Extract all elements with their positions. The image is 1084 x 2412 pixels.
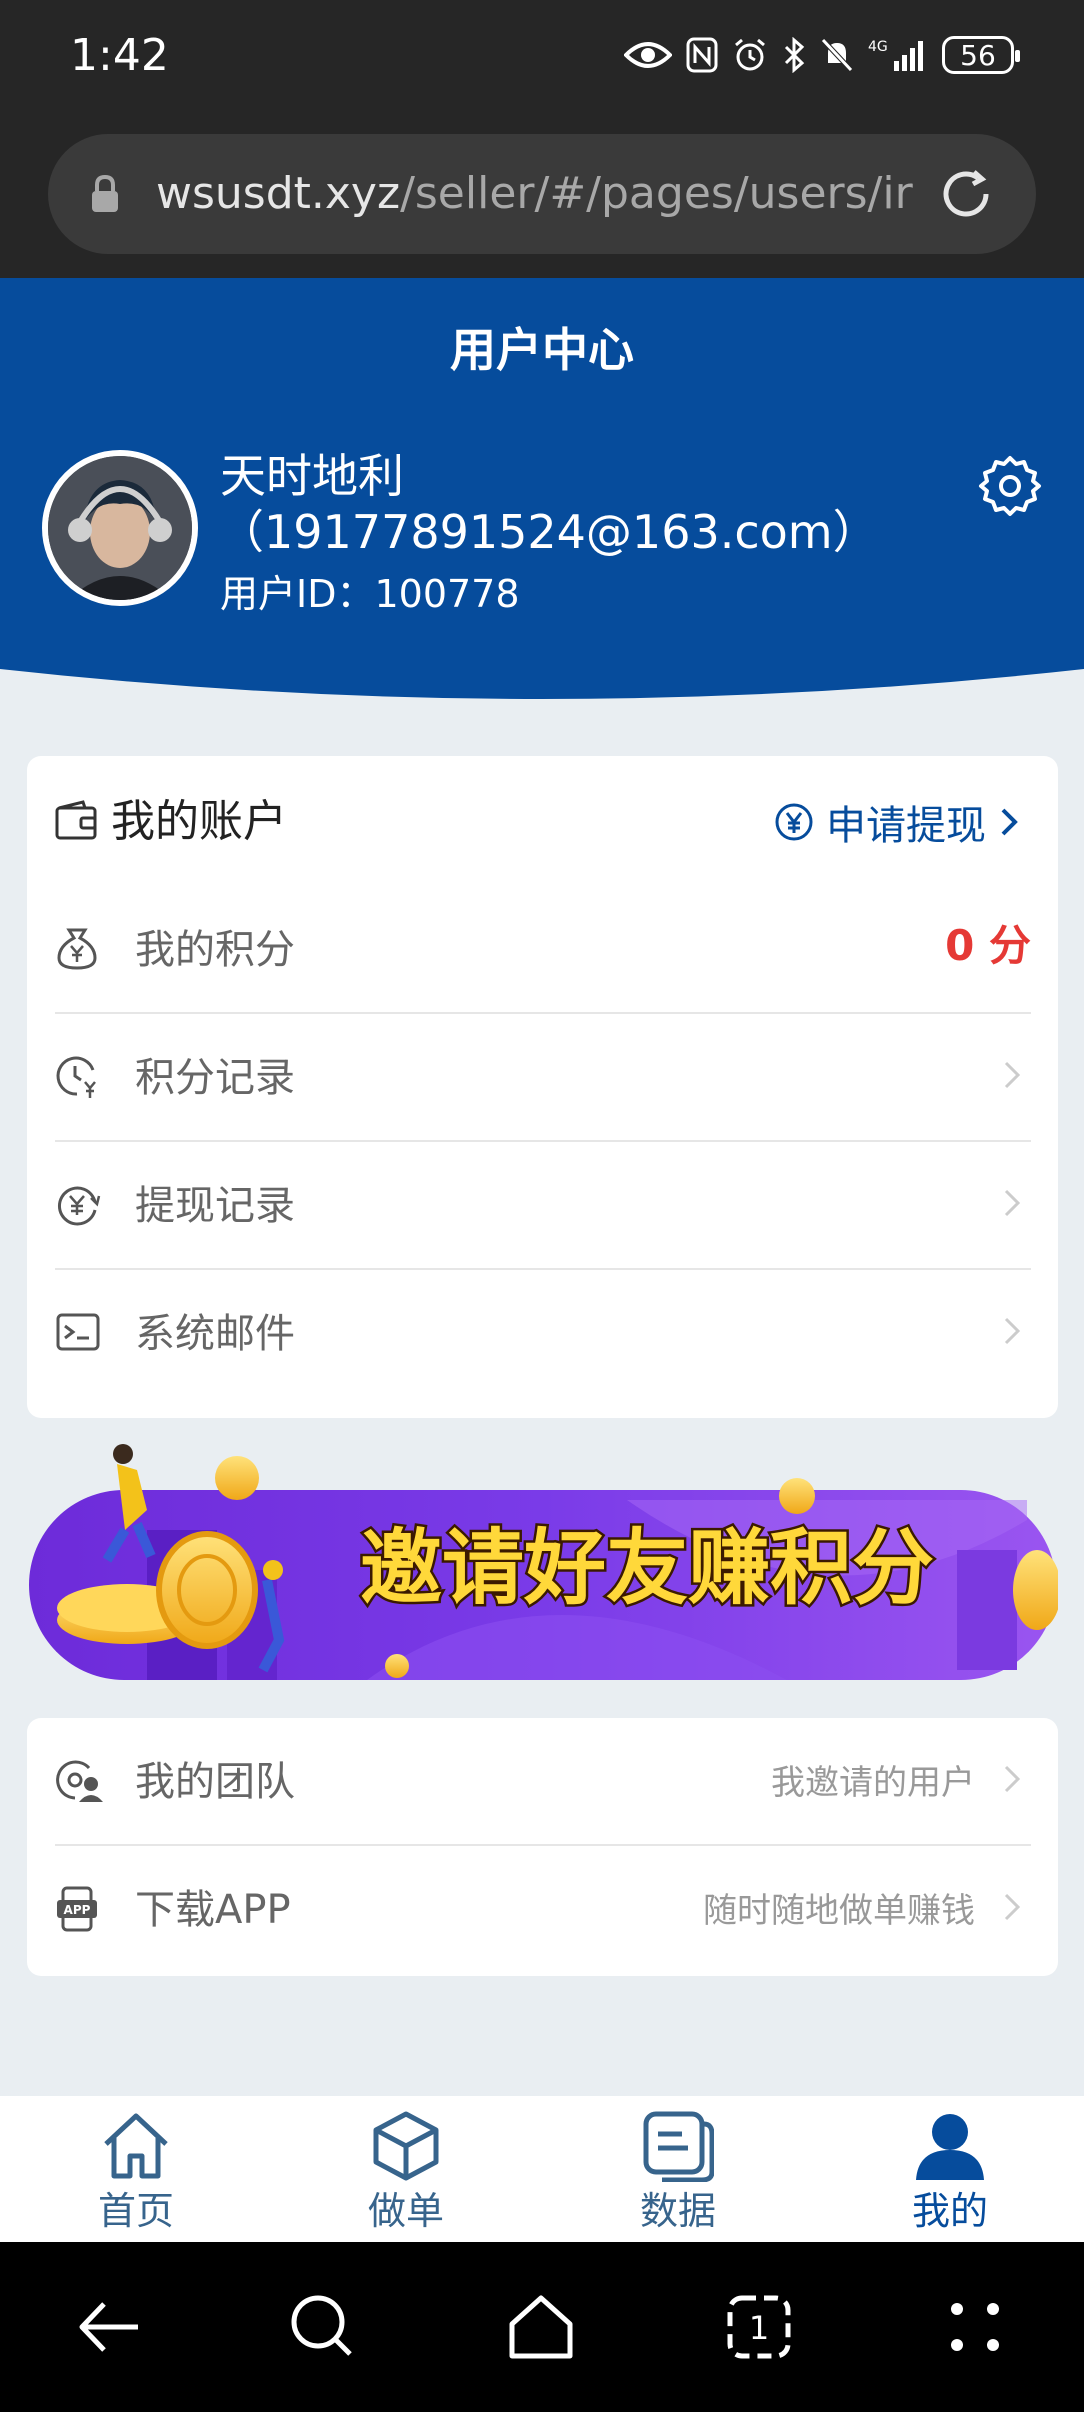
lock-icon [92, 174, 118, 212]
more-card: 我的团队 我邀请的用户 APP 下载APP 随时随地做单赚钱 [27, 1718, 1058, 1976]
avatar-image [48, 456, 192, 600]
chevron-right-icon [1001, 808, 1018, 836]
chevron-right-icon [1004, 1317, 1021, 1345]
page-title: 用户中心 [450, 323, 634, 377]
avatar[interactable] [42, 450, 198, 606]
eye-icon [624, 42, 672, 68]
row-withdraw-record[interactable]: 提现记录 [55, 1142, 1031, 1270]
user-id-label: 用户ID： [220, 572, 375, 616]
apply-withdraw-label: 申请提现 [826, 803, 986, 849]
nav-label: 做单 [367, 2189, 444, 2233]
mute-bell-icon [821, 38, 853, 72]
status-icons: 4G 56 [624, 30, 1020, 80]
row-download-app[interactable]: APP 下载APP 随时随地做单赚钱 [55, 1846, 1031, 1974]
svg-text:4G: 4G [868, 39, 888, 55]
invite-banner-graphic: 邀请好友赚积分 [29, 1444, 1061, 1680]
url-host: wsusdt.xyz [156, 168, 401, 219]
team-icon [56, 1760, 103, 1802]
row-hint: 我邀请的用户 [771, 1763, 975, 1803]
nav-label: 我的 [911, 2189, 988, 2233]
yuan-cycle-icon [57, 1186, 101, 1226]
nav-label: 首页 [97, 2189, 174, 2233]
user-id-value: 100778 [374, 572, 520, 616]
row-my-team[interactable]: 我的团队 我邀请的用户 [55, 1718, 1031, 1846]
user-id: 用户ID：100778 [220, 570, 520, 618]
nav-orders[interactable]: 做单 [316, 2110, 496, 2240]
wallet-icon [55, 800, 97, 840]
bottom-nav: 首页 做单 数据 我的 [0, 2096, 1084, 2242]
yuan-circle-icon [775, 803, 813, 841]
row-label: 积分记录 [135, 1055, 295, 1101]
chevron-right-icon [1004, 1189, 1021, 1217]
home-icon [104, 2113, 168, 2179]
nav-home[interactable]: 首页 [46, 2110, 226, 2240]
search-icon[interactable] [288, 2292, 358, 2362]
data-icon [643, 2111, 714, 2182]
bluetooth-icon [784, 37, 805, 73]
svg-text:1: 1 [749, 2309, 769, 2347]
back-icon[interactable] [74, 2292, 144, 2362]
apply-withdraw-link[interactable]: 申请提现 [774, 792, 1020, 852]
nav-label: 数据 [639, 2189, 716, 2233]
account-title: 我的账户 [111, 796, 287, 847]
alarm-icon [735, 38, 765, 71]
row-hint: 随时随地做单赚钱 [703, 1891, 975, 1931]
signal-icon: 4G [868, 39, 923, 71]
browser-toolbar: wsusdt.xyz/seller/#/pages/users/ir [0, 110, 1084, 278]
account-card: 我的账户 申请提现 我的积分 0 分 积分记录 提现记录 系统邮件 [27, 756, 1058, 1418]
header-curve [0, 669, 1084, 709]
money-bag-icon [57, 928, 97, 970]
chevron-right-icon [1004, 1893, 1021, 1921]
clock-yuan-icon [56, 1056, 96, 1098]
row-label: 下载APP [135, 1887, 291, 1933]
row-label: 我的团队 [135, 1759, 295, 1805]
mail-icon [56, 1313, 100, 1351]
row-system-mail[interactable]: 系统邮件 [55, 1270, 1031, 1398]
nfc-icon [686, 37, 718, 73]
url-path: /seller/#/pages/users/ir [400, 168, 913, 219]
user-header: 用户中心 天时地利 （19177891524@163.com） 用户ID：100… [0, 278, 1084, 709]
url-text[interactable]: wsusdt.xyz/seller/#/pages/users/ir [156, 164, 936, 224]
nav-data[interactable]: 数据 [588, 2110, 768, 2240]
row-label: 我的积分 [135, 927, 295, 973]
battery-indicator: 56 [942, 36, 1020, 74]
user-name: 天时地利 [220, 449, 404, 503]
app-download-icon: APP [57, 1886, 97, 1932]
nav-mine[interactable]: 我的 [860, 2110, 1040, 2240]
user-email: （19177891524@163.com） [218, 505, 879, 559]
status-bar: 1:42 4G 56 [0, 0, 1084, 110]
chevron-right-icon [1004, 1061, 1021, 1089]
row-label: 提现记录 [135, 1183, 295, 1229]
account-card-header: 我的账户 申请提现 [27, 756, 1058, 886]
row-my-points[interactable]: 我的积分 0 分 [55, 886, 1031, 1014]
status-time: 1:42 [70, 30, 169, 81]
reload-icon[interactable] [936, 164, 996, 224]
menu-dots-icon[interactable] [940, 2292, 1010, 2362]
address-bar[interactable]: wsusdt.xyz/seller/#/pages/users/ir [48, 134, 1036, 254]
invite-banner[interactable]: 邀请好友赚积分 [27, 1440, 1061, 1690]
row-label: 系统邮件 [135, 1311, 295, 1357]
user-icon [916, 2114, 984, 2180]
invite-banner-text: 邀请好友赚积分 [360, 1521, 934, 1616]
recent-apps-icon[interactable]: 1 [724, 2292, 794, 2362]
box-icon [373, 2111, 439, 2181]
row-points-record[interactable]: 积分记录 [55, 1014, 1031, 1142]
system-nav-bar: 1 [0, 2242, 1084, 2412]
home-button-icon[interactable] [506, 2292, 576, 2362]
chevron-right-icon [1004, 1765, 1021, 1793]
settings-gear-icon[interactable] [978, 454, 1042, 518]
svg-text:APP: APP [64, 1903, 91, 1917]
points-value: 0 分 [945, 921, 1031, 970]
